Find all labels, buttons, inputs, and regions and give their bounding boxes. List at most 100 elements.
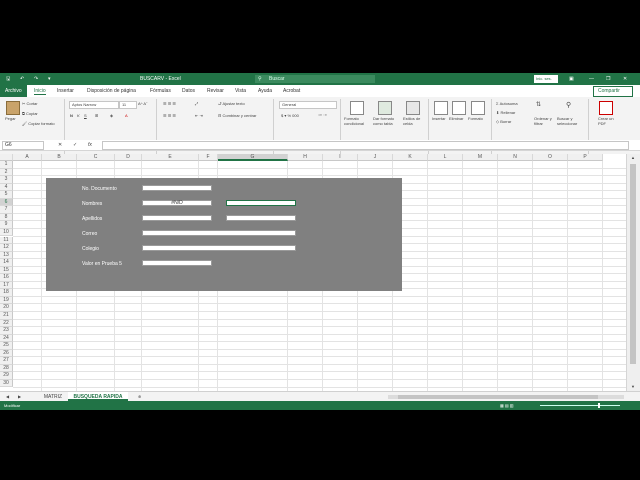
column-header-c[interactable]: C <box>77 154 115 161</box>
tab-datos[interactable]: Datos <box>182 88 195 94</box>
insert-cells-icon[interactable] <box>434 101 448 115</box>
row-header-24[interactable]: 24 <box>0 334 13 343</box>
paste-label[interactable]: Pegar <box>5 116 16 121</box>
wrap-text-button[interactable]: ⮐ Ajustar texto <box>218 101 245 108</box>
find-select-icon[interactable]: ⚲ <box>566 101 571 109</box>
name-box[interactable]: G6 <box>2 141 44 150</box>
row-header-30[interactable]: 30 <box>0 379 13 388</box>
form-field-3[interactable] <box>142 215 212 221</box>
column-header-e[interactable]: E <box>142 154 199 161</box>
column-header-i[interactable]: I <box>323 154 358 161</box>
close-button[interactable]: ✕ <box>623 76 627 82</box>
format-cells-icon[interactable] <box>471 101 485 115</box>
sign-in-button[interactable]: Inic. ses. <box>534 75 558 83</box>
row-header-8[interactable]: 8 <box>0 213 13 222</box>
row-header-20[interactable]: 20 <box>0 304 13 312</box>
worksheet-grid[interactable]: ABCDEFGHIJKLMNOP 1 2 3 4 5 6 7 8 9 10 11 12 13 14 15 16… <box>0 154 626 391</box>
column-header-n[interactable]: N <box>498 154 533 161</box>
form-field-3-extra[interactable] <box>226 215 296 221</box>
form-field-2[interactable]: #N/D <box>142 200 212 206</box>
customize-qat-icon[interactable]: ▾ <box>48 76 51 82</box>
row-header-18[interactable]: 18 <box>0 289 13 297</box>
row-header-12[interactable]: 12 <box>0 244 13 252</box>
column-header-l[interactable]: L <box>428 154 463 161</box>
horizontal-scroll-thumb[interactable] <box>398 395 598 399</box>
next-sheet-icon[interactable]: ▶ <box>18 394 21 399</box>
cell-styles-button[interactable]: Estilos de celda <box>403 116 425 126</box>
row-header-5[interactable]: 5 <box>0 191 13 199</box>
tab-vista[interactable]: Vista <box>235 88 246 94</box>
restore-button[interactable]: ❐ <box>606 76 610 82</box>
vertical-scrollbar[interactable]: ▲ ▼ <box>626 154 640 391</box>
form-field-2-extra[interactable] <box>226 200 296 206</box>
create-pdf-button[interactable]: Crear un PDF <box>598 116 616 126</box>
row-header-6[interactable]: 6 <box>0 198 13 207</box>
font-grow-icon[interactable]: A^ Aˇ <box>138 101 147 106</box>
row-header-2[interactable]: 2 <box>0 168 13 177</box>
undo-icon[interactable]: ↶ <box>20 76 24 82</box>
delete-cells-icon[interactable] <box>452 101 466 115</box>
row-header-3[interactable]: 3 <box>0 176 13 184</box>
zoom-slider-thumb[interactable] <box>598 403 600 408</box>
horizontal-scrollbar[interactable] <box>388 395 624 399</box>
column-header-p[interactable]: P <box>568 154 603 161</box>
scroll-up-icon[interactable]: ▲ <box>631 155 635 160</box>
fill-button[interactable]: ⬇ Rellenar <box>496 110 515 115</box>
borders-icon[interactable]: ⊞ <box>95 113 98 118</box>
tab-inicio[interactable]: Inicio <box>34 88 46 95</box>
number-format-combo[interactable]: General <box>279 101 337 109</box>
bold-icon[interactable]: N <box>70 113 73 118</box>
italic-icon[interactable]: K <box>77 113 80 118</box>
search-box[interactable]: ⚲ Buscar <box>255 75 375 83</box>
confirm-entry-icon[interactable]: ✓ <box>73 142 77 148</box>
column-header-o[interactable]: O <box>533 154 568 161</box>
row-header-16[interactable]: 16 <box>0 274 13 282</box>
prev-sheet-icon[interactable]: ◀ <box>6 394 9 399</box>
delete-cells-button[interactable]: Eliminar <box>449 116 463 121</box>
clear-button[interactable]: ◇ Borrar <box>496 119 511 124</box>
fill-color-icon[interactable]: ◈ <box>110 113 113 118</box>
form-field-6[interactable] <box>142 260 212 266</box>
align-left-icon[interactable]: ☰ ☰ ☰ <box>163 113 176 118</box>
create-pdf-icon[interactable] <box>599 101 613 115</box>
row-header-13[interactable]: 13 <box>0 251 13 260</box>
row-header-26[interactable]: 26 <box>0 349 13 358</box>
insert-function-icon[interactable]: fx <box>88 142 92 148</box>
font-name-combo[interactable]: Aptos Narrow <box>69 101 119 109</box>
save-icon[interactable]: 🖫 <box>6 76 10 84</box>
tab-archivo[interactable]: Archivo <box>0 85 27 97</box>
tab-formulas[interactable]: Fórmulas <box>150 88 171 94</box>
cell-styles-icon[interactable] <box>406 101 420 115</box>
column-header-b[interactable]: B <box>42 154 77 161</box>
align-top-icon[interactable]: ☰ ☰ ☰ <box>163 101 176 106</box>
sort-filter-icon[interactable]: ⇅ <box>536 101 541 108</box>
row-header-11[interactable]: 11 <box>0 236 13 245</box>
sheet-tab-busqueda-rapida[interactable]: BUSQUEDA RAPIDA <box>68 392 128 401</box>
row-header-21[interactable]: 21 <box>0 312 13 320</box>
cut-button[interactable]: ✂ Cortar <box>22 101 38 106</box>
cancel-entry-icon[interactable]: ✕ <box>58 142 62 148</box>
orientation-icon[interactable]: ⤢ <box>195 101 198 106</box>
column-header-a[interactable]: A <box>13 154 42 161</box>
minimize-button[interactable]: — <box>589 76 594 82</box>
add-sheet-icon[interactable]: ⊕ <box>138 394 141 399</box>
column-header-m[interactable]: M <box>463 154 498 161</box>
column-header-f[interactable]: F <box>199 154 218 161</box>
column-header-k[interactable]: K <box>393 154 428 161</box>
decimal-icon[interactable]: ⁺⁰ ⁻⁰ <box>318 113 327 118</box>
row-header-25[interactable]: 25 <box>0 342 13 350</box>
paste-icon[interactable] <box>6 101 20 115</box>
tab-ayuda[interactable]: Ayuda <box>258 88 272 94</box>
form-field-1[interactable] <box>142 185 212 191</box>
conditional-format-icon[interactable] <box>350 101 364 115</box>
formula-input[interactable] <box>102 141 629 150</box>
row-header-19[interactable]: 19 <box>0 296 13 305</box>
column-header-d[interactable]: D <box>115 154 142 161</box>
copy-button[interactable]: ⧉ Copiar <box>22 111 38 116</box>
format-cells-button[interactable]: Formato <box>468 116 483 121</box>
share-button[interactable]: Compartir <box>593 86 633 97</box>
format-painter-button[interactable]: 🖌 Copiar formato <box>22 121 55 126</box>
form-field-4[interactable] <box>142 230 296 236</box>
ribbon-options-icon[interactable]: ▣ <box>569 76 574 82</box>
row-header-9[interactable]: 9 <box>0 221 13 229</box>
